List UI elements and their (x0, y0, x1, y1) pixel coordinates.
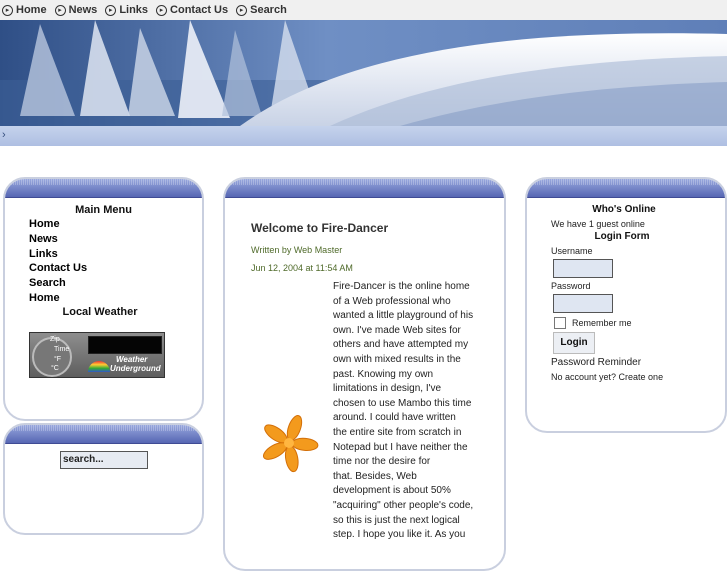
article-line: own with mixed results in the (333, 354, 461, 365)
nav-links[interactable]: ▸ Links (103, 4, 148, 16)
nav-label: Home (16, 4, 47, 16)
article-line: time nor the desire for (333, 456, 431, 468)
nav-label: News (68, 4, 98, 16)
password-label: Password (551, 281, 591, 291)
article-line: step. I hope you like it. As you (333, 529, 466, 541)
breadcrumb-strip: › (0, 126, 727, 146)
menu-item-home[interactable]: Home (29, 218, 60, 230)
weather-widget[interactable]: Zip Time °F °C Weather Underground (29, 332, 165, 378)
local-weather-title: Local Weather (62, 306, 138, 318)
nav-label: Links (119, 4, 149, 16)
article-line: that. Besides, Web (333, 470, 417, 482)
arrow-circle-icon: ▸ (236, 4, 248, 16)
nav-label: Contact Us (170, 4, 229, 16)
box-header (5, 179, 202, 198)
arrow-circle-icon: ▸ (156, 4, 168, 16)
login-form-title: Login Form (594, 231, 650, 242)
article-line: past. Knowing my own (333, 368, 434, 380)
article-title: Welcome to Fire-Dancer (251, 221, 389, 235)
password-field[interactable] (553, 294, 613, 313)
digital-display (88, 336, 162, 354)
article-line: so this is just the next logical (333, 514, 460, 526)
search-input-value: search... (63, 454, 104, 465)
article-line: Fire-Dancer is the online home (333, 281, 470, 292)
nav-news[interactable]: ▸ News (53, 4, 98, 16)
article-line: limitations in design, I've (333, 383, 442, 395)
flower-icon (262, 415, 319, 473)
article-line: own. I've made Web sites for (333, 324, 461, 336)
nav-home[interactable]: ▸ Home (0, 4, 47, 16)
brand-line1: Weather (116, 355, 148, 364)
username-field[interactable] (553, 259, 613, 278)
rainbow-logo-icon (88, 361, 110, 372)
main-menu-title: Main Menu (75, 204, 132, 216)
menu-item-links[interactable]: Links (29, 248, 58, 260)
remember-me-checkbox[interactable] (554, 317, 566, 329)
menu-item-contact-us[interactable]: Contact Us (29, 262, 87, 274)
zip-label: Zip (50, 336, 60, 343)
article-line: the entire site from scratch in (333, 427, 462, 438)
box-header (225, 179, 504, 198)
menu-item-news[interactable]: News (29, 233, 58, 245)
article-line: "acquiring" other people's code, (333, 500, 474, 511)
article-line: chosen to use Mambo this time (333, 397, 472, 409)
search-box: search... (3, 423, 204, 535)
password-reminder-link[interactable]: Password Reminder (551, 357, 641, 368)
article-author: Written by Web Master (251, 245, 343, 255)
arrow-circle-icon: ▸ (105, 4, 117, 16)
article-date: Jun 12, 2004 at 11:54 AM (251, 263, 353, 273)
login-button[interactable]: Login (553, 332, 595, 354)
article-line: development is about 50% (333, 485, 451, 497)
article-line: of a Web professional who (333, 295, 451, 307)
remember-me-label: Remember me (572, 318, 632, 328)
sailboats-banner-image (0, 20, 727, 126)
username-label: Username (551, 246, 593, 256)
arrow-circle-icon: ▸ (2, 4, 13, 16)
whos-online-title: Who's Online (592, 204, 656, 215)
guest-count-text: We have 1 guest online (551, 219, 645, 229)
top-navigation: ▸ Home ▸ News ▸ Links ▸ Contact Us ▸ Search (0, 0, 727, 20)
menu-item-search[interactable]: Search (29, 277, 66, 289)
article-line: around. I could have written (333, 412, 456, 424)
article-line: Notepad but I have neither the (333, 441, 468, 453)
login-button-label: Login (560, 337, 588, 348)
menu-item-home-2[interactable]: Home (29, 292, 60, 304)
chevron-right-icon: › (2, 129, 6, 141)
arrow-circle-icon: ▸ (54, 4, 66, 16)
nav-label: Search (250, 4, 287, 16)
box-header (5, 425, 202, 444)
article-box: Welcome to Fire-Dancer Written by Web Ma… (223, 177, 506, 571)
nav-contact-us[interactable]: ▸ Contact Us (154, 4, 228, 16)
article-line: wanted a little playground of his (333, 310, 474, 322)
nav-search[interactable]: ▸ Search (234, 4, 287, 16)
header-banner (0, 20, 727, 126)
box-header (527, 179, 725, 198)
brand-line2: Underground (110, 364, 161, 373)
article-line: others and have attempted my (333, 339, 469, 351)
time-label: Time (54, 346, 70, 353)
fahrenheit-label: °F (54, 356, 62, 363)
create-account-link[interactable]: No account yet? Create one (551, 372, 663, 382)
login-box: Who's Online We have 1 guest online Logi… (525, 177, 727, 433)
celsius-label: °C (51, 365, 59, 372)
main-menu-box: Main Menu Home News Links Contact Us Sea… (3, 177, 204, 421)
search-input[interactable]: search... (60, 451, 148, 469)
